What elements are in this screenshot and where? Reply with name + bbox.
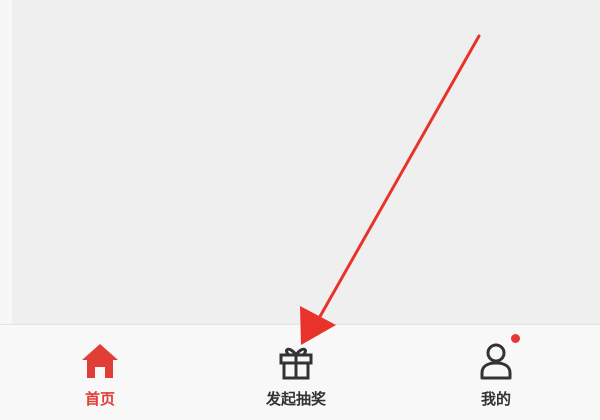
home-icon (82, 344, 118, 378)
notification-badge-dot (511, 334, 520, 343)
app-screen: 首页 发起抽奖 我的 (0, 0, 600, 420)
bottom-tab-bar: 首页 发起抽奖 我的 (0, 324, 600, 420)
tab-mine-label: 我的 (480, 390, 511, 408)
tab-mine[interactable]: 我的 (396, 325, 596, 420)
main-content-area (12, 0, 600, 324)
tab-start-lottery-label: 发起抽奖 (265, 390, 326, 408)
user-icon (480, 343, 512, 380)
gift-icon (279, 347, 313, 380)
tab-start-lottery[interactable]: 发起抽奖 (196, 325, 396, 420)
tab-home-label: 首页 (84, 390, 115, 408)
screen-edge (0, 0, 12, 324)
tab-home[interactable]: 首页 (0, 325, 200, 420)
